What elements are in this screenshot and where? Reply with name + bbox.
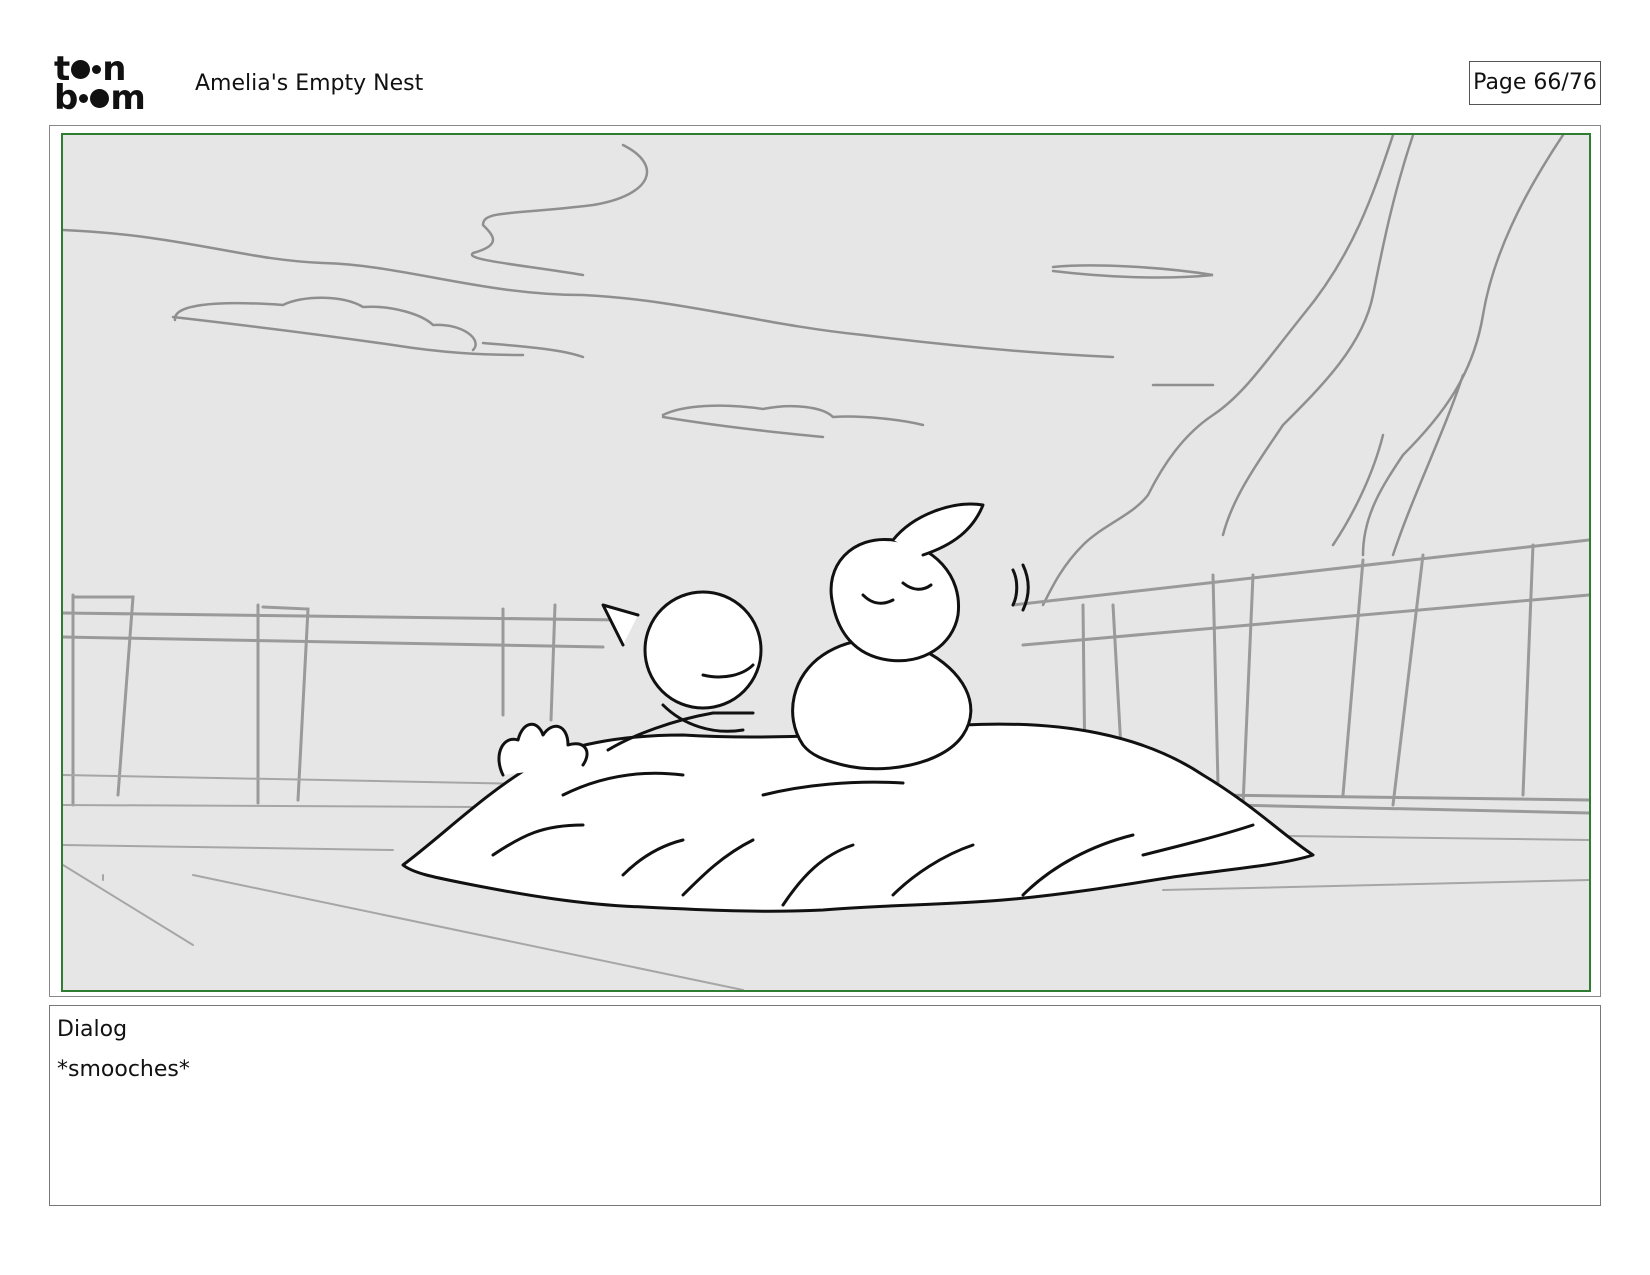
- logo-row-bottom: b m: [54, 78, 146, 118]
- dialog-text: *smooches*: [57, 1057, 190, 1082]
- mountain-ridge: [1041, 135, 1565, 607]
- page-number-badge: Page 66/76: [1469, 61, 1601, 105]
- storyboard-panel-image: [61, 133, 1591, 992]
- birds: [497, 502, 1030, 777]
- dialog-box: Dialog *smooches*: [49, 1005, 1601, 1206]
- storyboard-sketch: [63, 135, 1589, 990]
- document-title: Amelia's Empty Nest: [195, 71, 424, 96]
- sky-clouds: [63, 143, 1215, 439]
- dialog-label: Dialog: [57, 1017, 128, 1042]
- toon-boom-logo: t n b m: [54, 52, 170, 118]
